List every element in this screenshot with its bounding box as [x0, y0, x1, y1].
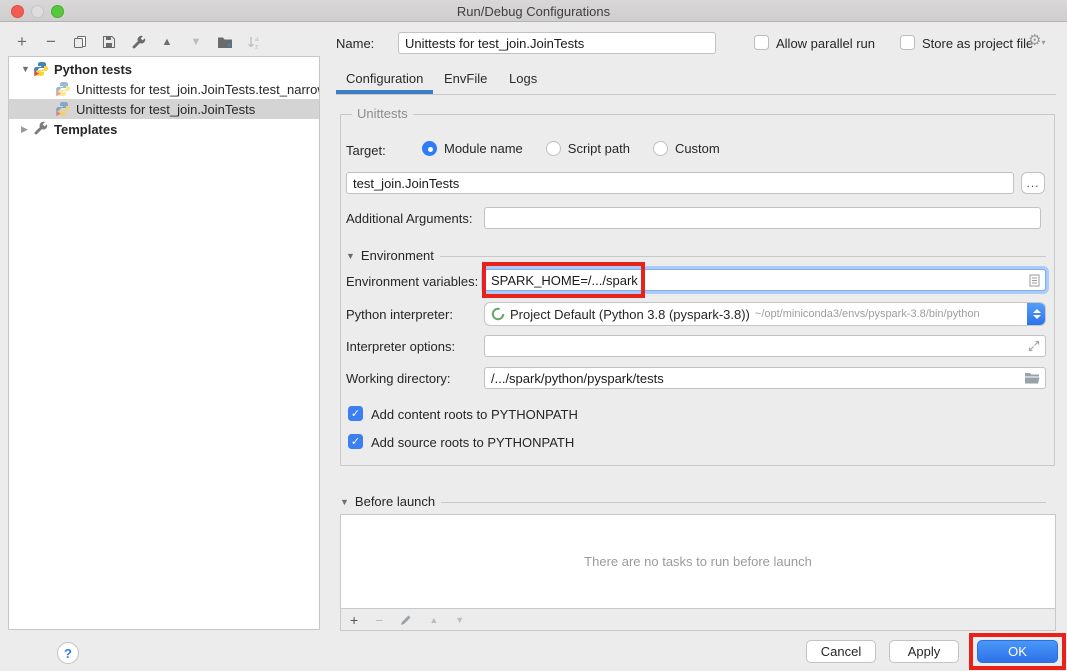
remove-task-icon[interactable]: − — [375, 612, 383, 628]
active-tab-underline — [336, 90, 433, 94]
tree-item-label: Templates — [54, 122, 117, 137]
templates-wrench-icon — [33, 121, 49, 137]
before-launch-toolbar: + − ▲ ▼ — [341, 608, 1055, 630]
radio-custom[interactable] — [653, 141, 668, 156]
sort-alphabetically-icon[interactable]: az — [246, 34, 262, 50]
store-options-gear-icon[interactable]: ⚙▾ — [1028, 31, 1045, 49]
before-launch-section-title: Before launch — [355, 494, 435, 509]
target-radio-group: Module name Script path Custom — [422, 141, 720, 156]
save-configuration-icon[interactable] — [101, 34, 117, 50]
combo-spinner-icon[interactable] — [1027, 302, 1046, 326]
help-button[interactable]: ? — [57, 642, 79, 664]
chevron-collapsed-icon[interactable]: ▶ — [21, 124, 31, 135]
new-folder-icon[interactable] — [217, 34, 233, 50]
tree-item-templates[interactable]: ▶ Templates — [9, 119, 319, 139]
tree-item-python-tests[interactable]: ▼ Python tests — [9, 59, 319, 79]
tree-item-label: Python tests — [54, 62, 132, 77]
allow-parallel-run-checkbox[interactable] — [754, 35, 769, 50]
target-label: Target: — [346, 143, 386, 158]
expand-field-icon[interactable] — [1028, 335, 1040, 357]
add-source-roots-checkbox[interactable]: ✓ — [348, 434, 363, 449]
title-bar: Run/Debug Configurations — [0, 0, 1067, 22]
python-test-icon — [55, 101, 71, 117]
section-divider — [441, 502, 1046, 503]
before-launch-task-list: There are no tasks to run before launch — [341, 515, 1055, 608]
svg-text:a: a — [255, 36, 259, 43]
window-title: Run/Debug Configurations — [0, 4, 1067, 19]
move-down-icon[interactable]: ▼ — [188, 34, 204, 50]
section-divider — [440, 256, 1046, 257]
move-task-up-icon[interactable]: ▲ — [429, 615, 438, 625]
before-launch-panel: There are no tasks to run before launch … — [340, 514, 1056, 631]
tab-configuration[interactable]: Configuration — [346, 71, 423, 86]
collapse-triangle-icon[interactable]: ▼ — [340, 497, 349, 507]
run-debug-configurations-dialog: Run/Debug Configurations + − ▲ ▼ az ▼ — [0, 0, 1067, 671]
apply-button[interactable]: Apply — [889, 640, 959, 663]
ok-button[interactable]: OK — [977, 640, 1058, 663]
environment-variables-label: Environment variables: — [346, 274, 478, 289]
browse-folder-icon[interactable] — [1024, 367, 1040, 389]
interpreter-value: Project Default (Python 3.8 (pyspark-3.8… — [510, 307, 750, 322]
configurations-toolbar: + − ▲ ▼ az — [14, 33, 262, 51]
chevron-expanded-icon[interactable]: ▼ — [21, 64, 31, 74]
remove-configuration-icon[interactable]: − — [43, 34, 59, 50]
python-test-icon — [55, 81, 71, 97]
python-tests-icon — [33, 61, 49, 77]
name-label: Name: — [336, 36, 374, 51]
radio-script-path[interactable] — [546, 141, 561, 156]
radio-module-name[interactable] — [422, 141, 437, 156]
tab-separator-line — [336, 94, 1056, 95]
move-up-icon[interactable]: ▲ — [159, 34, 175, 50]
environment-section-title: Environment — [361, 248, 434, 263]
move-task-down-icon[interactable]: ▼ — [455, 615, 464, 625]
tree-item-unittest-narrow[interactable]: Unittests for test_join.JoinTests.test_n… — [9, 79, 319, 99]
configurations-tree: ▼ Python tests Unittests for test_join.J… — [8, 56, 320, 630]
before-launch-section-header[interactable]: ▼ Before launch — [340, 494, 1046, 509]
tree-item-label: Unittests for test_join.JoinTests.test_n… — [76, 82, 319, 97]
store-as-project-file-label: Store as project file — [922, 36, 1033, 51]
add-content-roots-label: Add content roots to PYTHONPATH — [371, 407, 578, 422]
working-directory-input[interactable] — [484, 367, 1046, 389]
interpreter-options-input[interactable] — [484, 335, 1046, 357]
copy-configuration-icon[interactable] — [72, 34, 88, 50]
interpreter-path: ~/opt/miniconda3/envs/pyspark-3.8/bin/py… — [755, 308, 980, 320]
radio-module-name-label: Module name — [444, 141, 523, 156]
tab-envfile[interactable]: EnvFile — [444, 71, 487, 86]
tree-item-unittest-jointests-selected[interactable]: Unittests for test_join.JoinTests — [9, 99, 319, 119]
add-content-roots-checkbox[interactable]: ✓ — [348, 406, 363, 421]
tab-logs[interactable]: Logs — [509, 71, 537, 86]
additional-arguments-label: Additional Arguments: — [346, 211, 472, 226]
python-interpreter-select[interactable]: Project Default (Python 3.8 (pyspark-3.8… — [484, 302, 1046, 326]
svg-text:z: z — [255, 43, 258, 50]
collapse-triangle-icon[interactable]: ▼ — [346, 251, 355, 261]
environment-section-header[interactable]: ▼ Environment — [346, 248, 1046, 263]
radio-custom-label: Custom — [675, 141, 720, 156]
add-configuration-icon[interactable]: + — [14, 34, 30, 50]
name-input[interactable] — [398, 32, 716, 54]
environment-variables-input[interactable] — [484, 269, 1046, 291]
interpreter-env-icon — [491, 307, 505, 321]
env-vars-editor-icon[interactable] — [1029, 269, 1040, 291]
tree-item-label: Unittests for test_join.JoinTests — [76, 102, 255, 117]
store-as-project-file-checkbox[interactable] — [900, 35, 915, 50]
target-module-input[interactable] — [346, 172, 1014, 194]
additional-arguments-input[interactable] — [484, 207, 1041, 229]
working-directory-label: Working directory: — [346, 371, 451, 386]
cancel-button[interactable]: Cancel — [806, 640, 876, 663]
add-source-roots-label: Add source roots to PYTHONPATH — [371, 435, 574, 450]
browse-module-button[interactable]: ... — [1021, 172, 1045, 194]
edit-templates-icon[interactable] — [130, 34, 146, 50]
edit-task-icon[interactable] — [400, 614, 412, 626]
python-interpreter-label: Python interpreter: — [346, 307, 453, 322]
before-launch-empty-message: There are no tasks to run before launch — [584, 554, 812, 569]
allow-parallel-run-label: Allow parallel run — [776, 36, 875, 51]
add-task-icon[interactable]: + — [350, 612, 358, 628]
radio-script-path-label: Script path — [568, 141, 630, 156]
interpreter-options-label: Interpreter options: — [346, 339, 455, 354]
unittests-groupbox-title: Unittests — [352, 106, 413, 121]
